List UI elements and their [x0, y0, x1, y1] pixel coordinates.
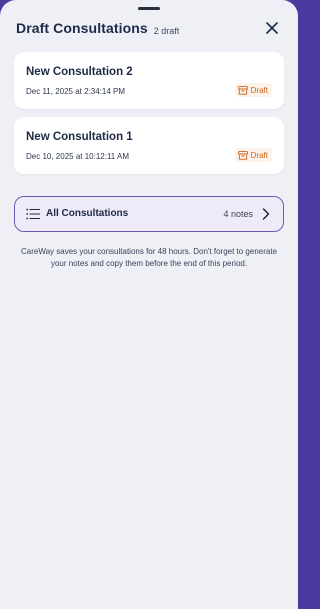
sheet-grabber[interactable] — [138, 7, 160, 10]
draft-card-title: New Consultation 1 — [26, 131, 133, 143]
status-badge: Draft — [234, 148, 272, 162]
archive-box-icon — [237, 85, 248, 95]
retention-notice: CareWay saves your consultations for 48 … — [20, 247, 278, 268]
status-badge: Draft — [234, 83, 272, 97]
all-consultations-label: All Consultations — [46, 208, 129, 219]
draft-card-date: Dec 11, 2025 at 2:34:14 PM — [26, 87, 126, 96]
status-badge-label: Draft — [250, 85, 268, 95]
notes-count: 4 notes — [223, 209, 253, 219]
list-icon — [26, 208, 40, 220]
draft-card-date: Dec 10, 2025 at 10:12:11 AM — [26, 152, 130, 161]
all-consultations-button[interactable]: All Consultations 4 notes — [14, 196, 284, 232]
page-title: Draft Consultations — [16, 20, 148, 36]
draft-card[interactable]: New Consultation 2 Dec 11, 2025 at 2:34:… — [14, 52, 284, 109]
draft-card[interactable]: New Consultation 1 Dec 10, 2025 at 10:12… — [14, 117, 284, 174]
close-button[interactable] — [262, 18, 282, 38]
draft-consultations-sheet: Draft Consultations 2 draft New Consulta… — [0, 0, 298, 609]
sheet-header: Draft Consultations 2 draft — [16, 18, 282, 38]
chevron-right-icon — [262, 208, 270, 220]
archive-box-icon — [237, 150, 248, 160]
draft-count: 2 draft — [153, 25, 180, 36]
close-icon — [266, 22, 278, 34]
draft-card-title: New Consultation 2 — [26, 66, 133, 78]
status-badge-label: Draft — [250, 150, 268, 160]
